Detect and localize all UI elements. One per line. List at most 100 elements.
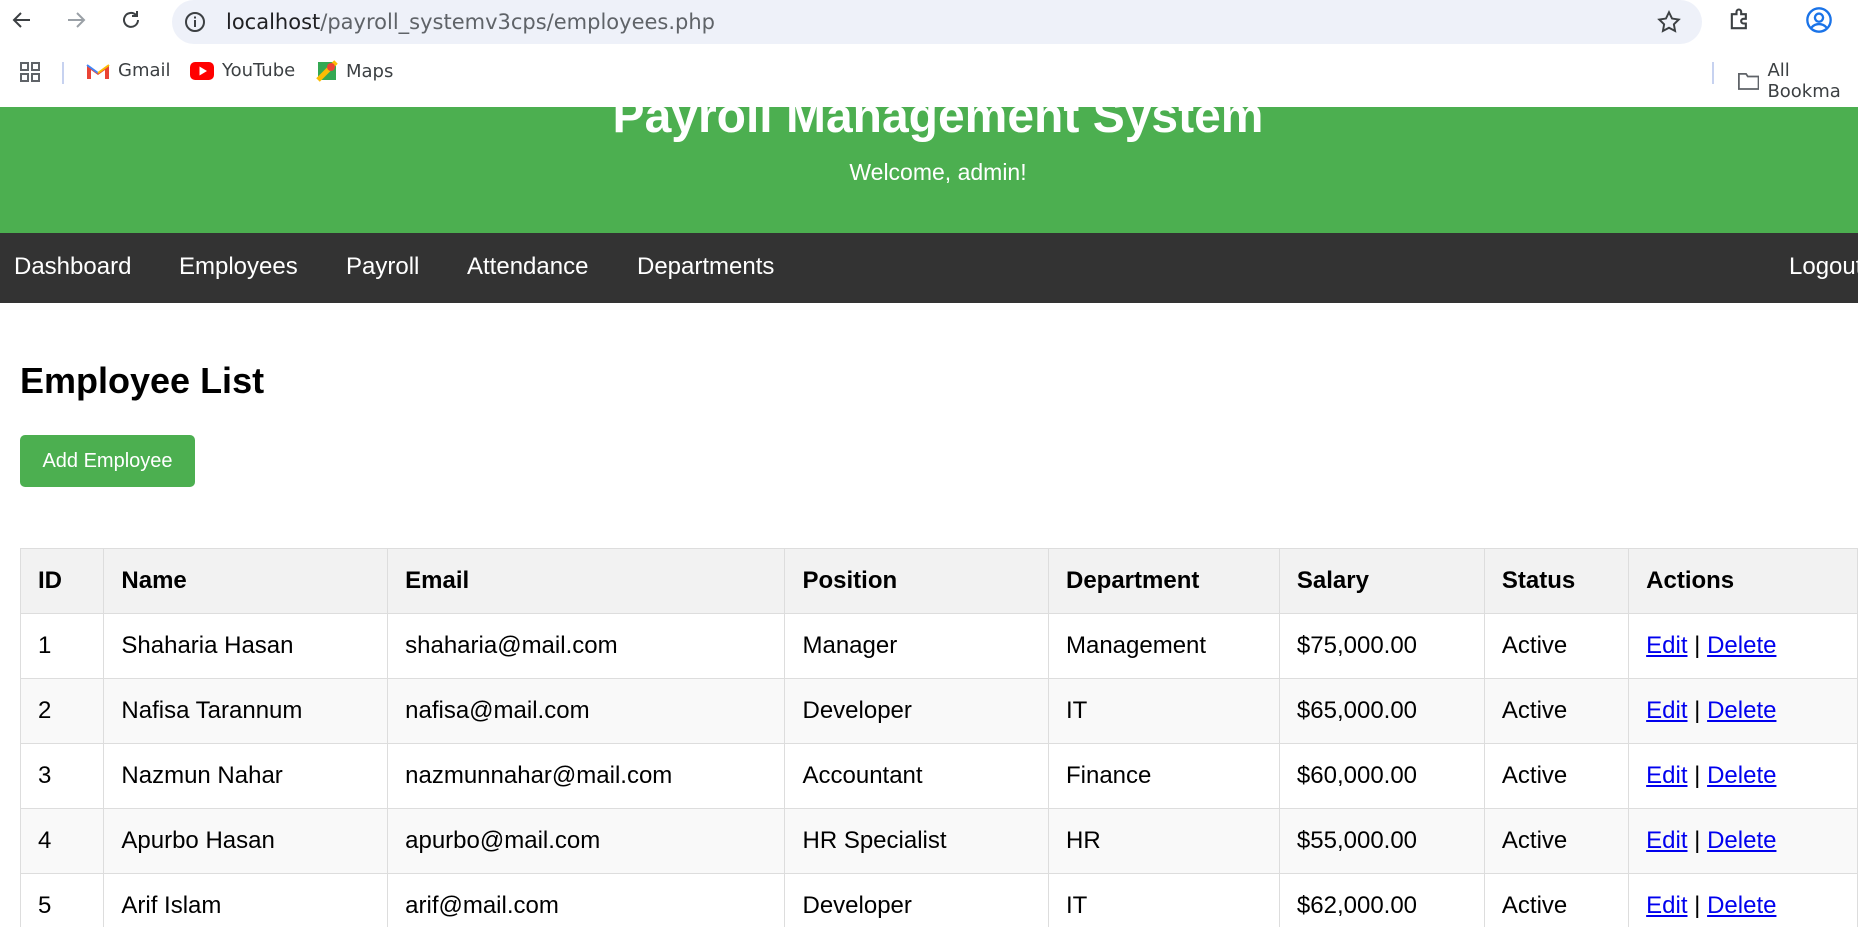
delete-link[interactable]: Delete [1707, 697, 1776, 724]
site-info-icon[interactable] [184, 11, 206, 33]
cell-department: Finance [1047, 743, 1280, 809]
cell-email: nafisa@mail.com [387, 678, 786, 744]
main-nav: Dashboard Employees Payroll Attendance D… [0, 233, 1858, 303]
cell-email: nazmunnahar@mail.com [387, 743, 786, 809]
all-bookmarks-button[interactable]: All Bookma [1738, 60, 1858, 102]
cell-actions: Edit | Delete [1628, 678, 1858, 744]
delete-link[interactable]: Delete [1707, 632, 1776, 659]
cell-status: Active [1483, 808, 1630, 874]
bookmark-label: Gmail [118, 60, 171, 81]
address-bar[interactable]: localhost/payroll_systemv3cps/employees.… [172, 0, 1702, 44]
cell-actions: Edit | Delete [1628, 873, 1858, 927]
cell-name: Nazmun Nahar [103, 743, 389, 809]
cell-status: Active [1483, 613, 1630, 679]
edit-link[interactable]: Edit [1646, 762, 1687, 789]
delete-link[interactable]: Delete [1707, 892, 1776, 919]
cell-position: HR Specialist [784, 808, 1049, 874]
bookmark-separator [62, 62, 64, 84]
back-button[interactable] [6, 6, 38, 34]
page-title: Employee List [20, 360, 265, 401]
action-separator: | [1694, 892, 1701, 919]
column-header-salary: Salary [1278, 548, 1485, 614]
reload-button[interactable] [115, 6, 147, 34]
profile-button[interactable] [1805, 6, 1833, 39]
nav-payroll[interactable]: Payroll [346, 253, 419, 281]
column-header-position: Position [784, 548, 1049, 614]
cell-salary: $75,000.00 [1278, 613, 1485, 679]
cell-name: Apurbo Hasan [103, 808, 389, 874]
edit-link[interactable]: Edit [1646, 632, 1687, 659]
column-header-status: Status [1483, 548, 1630, 614]
cell-salary: $55,000.00 [1278, 808, 1485, 874]
table-row: 3 Nazmun Nahar nazmunnahar@mail.com Acco… [19, 743, 1858, 809]
cell-id: 3 [19, 743, 105, 809]
column-header-actions: Actions [1628, 548, 1858, 614]
cell-status: Active [1483, 678, 1630, 744]
bookmark-separator [1712, 62, 1714, 84]
profile-icon [1806, 7, 1832, 33]
cell-actions: Edit | Delete [1628, 613, 1858, 679]
url-text[interactable]: localhost/payroll_systemv3cps/employees.… [226, 10, 715, 34]
nav-attendance[interactable]: Attendance [467, 253, 588, 281]
cell-name: Arif Islam [103, 873, 389, 927]
edit-link[interactable]: Edit [1646, 827, 1687, 854]
delete-link[interactable]: Delete [1707, 762, 1776, 789]
cell-salary: $60,000.00 [1278, 743, 1485, 809]
nav-departments[interactable]: Departments [637, 253, 774, 281]
bookmark-maps[interactable]: Maps [316, 60, 393, 82]
delete-link[interactable]: Delete [1707, 827, 1776, 854]
cell-position: Accountant [784, 743, 1049, 809]
employee-table: ID Name Email Position Department Salary… [19, 548, 1858, 927]
action-separator: | [1694, 697, 1701, 724]
column-header-email: Email [387, 548, 786, 614]
forward-button[interactable] [60, 6, 92, 34]
bookmark-star-icon[interactable] [1656, 9, 1682, 35]
edit-link[interactable]: Edit [1646, 697, 1687, 724]
table-row: 2 Nafisa Tarannum nafisa@mail.com Develo… [19, 678, 1858, 744]
cell-email: arif@mail.com [387, 873, 786, 927]
puzzle-icon [1730, 8, 1747, 30]
youtube-icon [190, 61, 214, 80]
edit-link[interactable]: Edit [1646, 892, 1687, 919]
cell-position: Developer [784, 873, 1049, 927]
action-separator: | [1694, 762, 1701, 789]
url-host: localhost [226, 10, 321, 34]
folder-icon [1738, 72, 1760, 90]
table-row: 1 Shaharia Hasan shaharia@mail.com Manag… [19, 613, 1858, 679]
table-row: 4 Apurbo Hasan apurbo@mail.com HR Specia… [19, 808, 1858, 874]
cell-department: IT [1047, 873, 1280, 927]
cell-id: 2 [19, 678, 105, 744]
gmail-icon [86, 63, 110, 79]
apps-grid-icon [20, 62, 40, 82]
nav-dashboard[interactable]: Dashboard [14, 253, 131, 281]
column-header-id: ID [19, 548, 105, 614]
extensions-button[interactable] [1726, 6, 1754, 39]
cell-department: Management [1047, 613, 1280, 679]
cell-salary: $62,000.00 [1278, 873, 1485, 927]
bookmarks-bar: Gmail YouTube Maps All Bookma [0, 54, 1858, 102]
nav-employees[interactable]: Employees [179, 253, 298, 281]
forward-arrow-icon [68, 12, 86, 28]
add-employee-button[interactable]: Add Employee [20, 435, 195, 487]
cell-status: Active [1483, 743, 1630, 809]
action-separator: | [1694, 827, 1701, 854]
bookmark-youtube[interactable]: YouTube [190, 60, 295, 81]
all-bookmarks-label: All Bookma [1767, 60, 1841, 102]
cell-status: Active [1483, 873, 1630, 927]
action-separator: | [1694, 632, 1701, 659]
apps-button[interactable] [18, 60, 42, 84]
bookmark-label: YouTube [222, 60, 296, 81]
cell-id: 4 [19, 808, 105, 874]
back-arrow-icon [12, 12, 30, 28]
site-header: Payroll Management System Welcome, admin… [0, 107, 1858, 233]
cell-name: Shaharia Hasan [103, 613, 389, 679]
cell-id: 5 [19, 873, 105, 927]
bookmark-gmail[interactable]: Gmail [86, 60, 171, 81]
reload-icon [123, 11, 139, 28]
nav-logout[interactable]: Logout [1789, 253, 1858, 281]
column-header-department: Department [1047, 548, 1280, 614]
cell-id: 1 [19, 613, 105, 679]
cell-salary: $65,000.00 [1278, 678, 1485, 744]
cell-position: Manager [784, 613, 1049, 679]
column-header-name: Name [103, 548, 389, 614]
